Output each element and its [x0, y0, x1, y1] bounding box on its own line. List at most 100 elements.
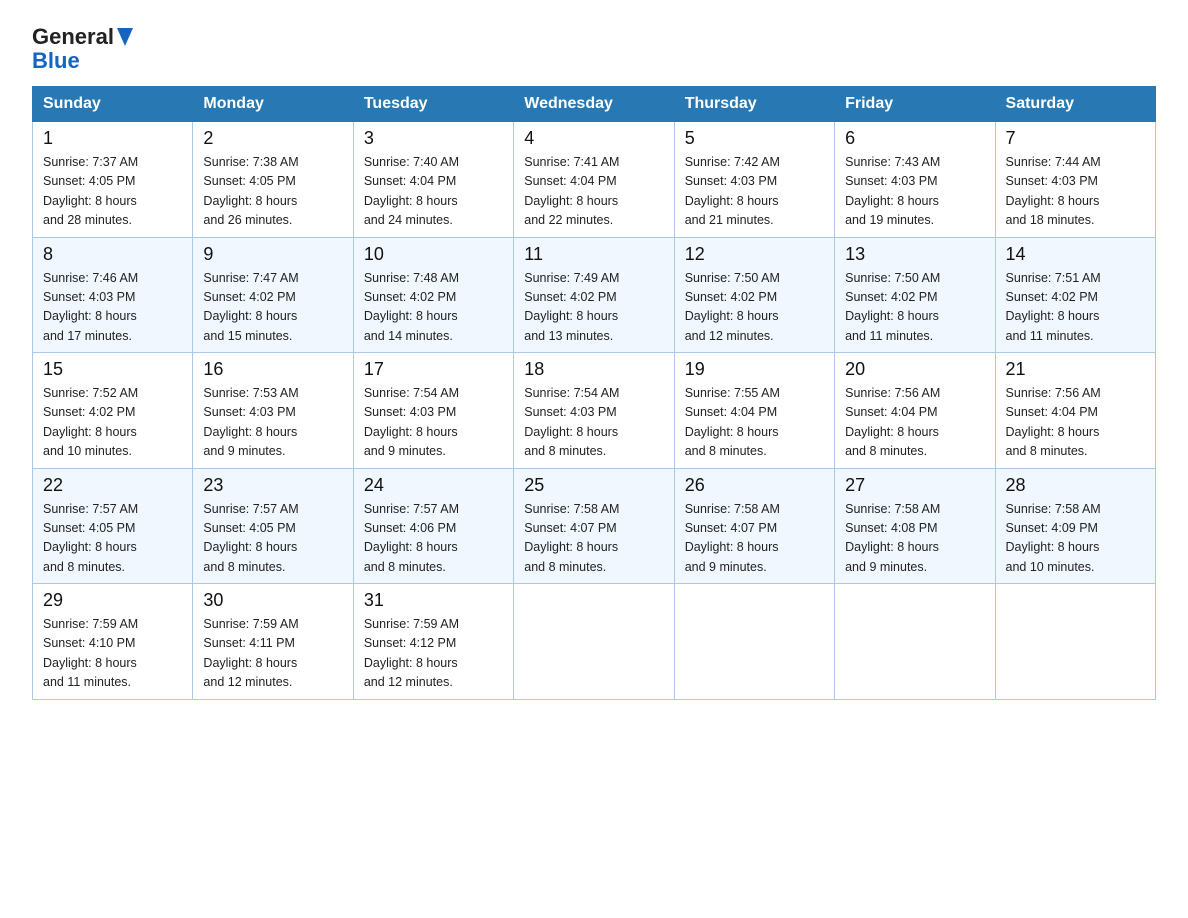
- day-info: Sunrise: 7:48 AMSunset: 4:02 PMDaylight:…: [364, 269, 503, 347]
- day-info: Sunrise: 7:59 AMSunset: 4:10 PMDaylight:…: [43, 615, 182, 693]
- day-info: Sunrise: 7:59 AMSunset: 4:11 PMDaylight:…: [203, 615, 342, 693]
- weekday-header-row: SundayMondayTuesdayWednesdayThursdayFrid…: [33, 87, 1156, 122]
- calendar-cell: 6 Sunrise: 7:43 AMSunset: 4:03 PMDaylight…: [835, 122, 995, 238]
- calendar-cell: 21Sunrise: 7:56 AMSunset: 4:04 PMDayligh…: [995, 353, 1155, 469]
- day-info: Sunrise: 7:57 AMSunset: 4:06 PMDaylight:…: [364, 500, 503, 578]
- day-number: 19: [685, 359, 824, 380]
- day-info: Sunrise: 7:56 AMSunset: 4:04 PMDaylight:…: [1006, 384, 1145, 462]
- day-number: 24: [364, 475, 503, 496]
- calendar-cell: 27Sunrise: 7:58 AMSunset: 4:08 PMDayligh…: [835, 468, 995, 584]
- day-number: 25: [524, 475, 663, 496]
- calendar-cell: 1Sunrise: 7:37 AMSunset: 4:05 PMDaylight…: [33, 122, 193, 238]
- day-number: 14: [1006, 244, 1145, 265]
- day-number: 2: [203, 128, 342, 149]
- calendar-cell: 11Sunrise: 7:49 AMSunset: 4:02 PMDayligh…: [514, 237, 674, 353]
- calendar-cell: 23 Sunrise: 7:57 AMSunset: 4:05 PMDayligh…: [193, 468, 353, 584]
- day-info: Sunrise: 7:42 AMSunset: 4:03 PMDaylight:…: [685, 153, 824, 231]
- day-info: Sunrise: 7:58 AMSunset: 4:07 PMDaylight:…: [524, 500, 663, 578]
- calendar-cell: 24 Sunrise: 7:57 AMSunset: 4:06 PMDayligh…: [353, 468, 513, 584]
- calendar-cell: 7 Sunrise: 7:44 AMSunset: 4:03 PMDaylight…: [995, 122, 1155, 238]
- calendar-cell: 10Sunrise: 7:48 AMSunset: 4:02 PMDayligh…: [353, 237, 513, 353]
- calendar-week-row: 22Sunrise: 7:57 AMSunset: 4:05 PMDayligh…: [33, 468, 1156, 584]
- calendar-cell: 25 Sunrise: 7:58 AMSunset: 4:07 PMDayligh…: [514, 468, 674, 584]
- day-number: 17: [364, 359, 503, 380]
- calendar-body: 1Sunrise: 7:37 AMSunset: 4:05 PMDaylight…: [33, 122, 1156, 700]
- calendar-cell: 30Sunrise: 7:59 AMSunset: 4:11 PMDayligh…: [193, 584, 353, 700]
- day-number: 23: [203, 475, 342, 496]
- day-number: 13: [845, 244, 984, 265]
- day-number: 12: [685, 244, 824, 265]
- day-number: 20: [845, 359, 984, 380]
- day-number: 8: [43, 244, 182, 265]
- day-number: 28: [1006, 475, 1145, 496]
- calendar-cell: 31 Sunrise: 7:59 AMSunset: 4:12 PMDayligh…: [353, 584, 513, 700]
- day-number: 6: [845, 128, 984, 149]
- calendar-week-row: 1Sunrise: 7:37 AMSunset: 4:05 PMDaylight…: [33, 122, 1156, 238]
- day-number: 26: [685, 475, 824, 496]
- day-info: Sunrise: 7:54 AMSunset: 4:03 PMDaylight:…: [364, 384, 503, 462]
- day-number: 9: [203, 244, 342, 265]
- day-info: Sunrise: 7:58 AMSunset: 4:07 PMDaylight:…: [685, 500, 824, 578]
- day-info: Sunrise: 7:57 AMSunset: 4:05 PMDaylight:…: [203, 500, 342, 578]
- logo: General Blue: [32, 24, 133, 74]
- day-info: Sunrise: 7:58 AMSunset: 4:09 PMDaylight:…: [1006, 500, 1145, 578]
- calendar-cell: 29Sunrise: 7:59 AMSunset: 4:10 PMDayligh…: [33, 584, 193, 700]
- calendar-cell: 9 Sunrise: 7:47 AMSunset: 4:02 PMDaylight…: [193, 237, 353, 353]
- weekday-header-thursday: Thursday: [674, 87, 834, 122]
- day-number: 4: [524, 128, 663, 149]
- calendar-cell: 2 Sunrise: 7:38 AMSunset: 4:05 PMDaylight…: [193, 122, 353, 238]
- calendar-cell: 26 Sunrise: 7:58 AMSunset: 4:07 PMDayligh…: [674, 468, 834, 584]
- day-info: Sunrise: 7:56 AMSunset: 4:04 PMDaylight:…: [845, 384, 984, 462]
- calendar-cell: 22Sunrise: 7:57 AMSunset: 4:05 PMDayligh…: [33, 468, 193, 584]
- calendar-week-row: 15Sunrise: 7:52 AMSunset: 4:02 PMDayligh…: [33, 353, 1156, 469]
- day-info: Sunrise: 7:57 AMSunset: 4:05 PMDaylight:…: [43, 500, 182, 578]
- calendar-cell: [835, 584, 995, 700]
- weekday-header-saturday: Saturday: [995, 87, 1155, 122]
- day-info: Sunrise: 7:43 AMSunset: 4:03 PMDaylight:…: [845, 153, 984, 231]
- weekday-header-friday: Friday: [835, 87, 995, 122]
- weekday-header-wednesday: Wednesday: [514, 87, 674, 122]
- day-info: Sunrise: 7:58 AMSunset: 4:08 PMDaylight:…: [845, 500, 984, 578]
- day-info: Sunrise: 7:54 AMSunset: 4:03 PMDaylight:…: [524, 384, 663, 462]
- day-info: Sunrise: 7:53 AMSunset: 4:03 PMDaylight:…: [203, 384, 342, 462]
- calendar-cell: 4 Sunrise: 7:41 AMSunset: 4:04 PMDaylight…: [514, 122, 674, 238]
- calendar-table: SundayMondayTuesdayWednesdayThursdayFrid…: [32, 86, 1156, 700]
- calendar-cell: 5 Sunrise: 7:42 AMSunset: 4:03 PMDaylight…: [674, 122, 834, 238]
- day-info: Sunrise: 7:46 AMSunset: 4:03 PMDaylight:…: [43, 269, 182, 347]
- day-number: 1: [43, 128, 182, 149]
- day-info: Sunrise: 7:38 AMSunset: 4:05 PMDaylight:…: [203, 153, 342, 231]
- day-number: 5: [685, 128, 824, 149]
- calendar-header: SundayMondayTuesdayWednesdayThursdayFrid…: [33, 87, 1156, 122]
- weekday-header-sunday: Sunday: [33, 87, 193, 122]
- day-number: 16: [203, 359, 342, 380]
- calendar-cell: 18 Sunrise: 7:54 AMSunset: 4:03 PMDayligh…: [514, 353, 674, 469]
- calendar-cell: 28 Sunrise: 7:58 AMSunset: 4:09 PMDayligh…: [995, 468, 1155, 584]
- weekday-header-tuesday: Tuesday: [353, 87, 513, 122]
- calendar-week-row: 8 Sunrise: 7:46 AMSunset: 4:03 PMDaylight…: [33, 237, 1156, 353]
- day-info: Sunrise: 7:52 AMSunset: 4:02 PMDaylight:…: [43, 384, 182, 462]
- day-number: 7: [1006, 128, 1145, 149]
- day-number: 31: [364, 590, 503, 611]
- day-number: 11: [524, 244, 663, 265]
- day-info: Sunrise: 7:50 AMSunset: 4:02 PMDaylight:…: [845, 269, 984, 347]
- calendar-cell: 20 Sunrise: 7:56 AMSunset: 4:04 PMDayligh…: [835, 353, 995, 469]
- day-number: 18: [524, 359, 663, 380]
- calendar-cell: 15Sunrise: 7:52 AMSunset: 4:02 PMDayligh…: [33, 353, 193, 469]
- calendar-cell: 17 Sunrise: 7:54 AMSunset: 4:03 PMDayligh…: [353, 353, 513, 469]
- day-info: Sunrise: 7:59 AMSunset: 4:12 PMDaylight:…: [364, 615, 503, 693]
- day-info: Sunrise: 7:40 AMSunset: 4:04 PMDaylight:…: [364, 153, 503, 231]
- calendar-cell: 13 Sunrise: 7:50 AMSunset: 4:02 PMDayligh…: [835, 237, 995, 353]
- day-info: Sunrise: 7:41 AMSunset: 4:04 PMDaylight:…: [524, 153, 663, 231]
- calendar-cell: 14Sunrise: 7:51 AMSunset: 4:02 PMDayligh…: [995, 237, 1155, 353]
- day-number: 3: [364, 128, 503, 149]
- calendar-cell: [674, 584, 834, 700]
- logo-arrow-icon: [117, 28, 133, 46]
- calendar-cell: [995, 584, 1155, 700]
- weekday-header-monday: Monday: [193, 87, 353, 122]
- day-info: Sunrise: 7:44 AMSunset: 4:03 PMDaylight:…: [1006, 153, 1145, 231]
- calendar-week-row: 29Sunrise: 7:59 AMSunset: 4:10 PMDayligh…: [33, 584, 1156, 700]
- calendar-cell: 19Sunrise: 7:55 AMSunset: 4:04 PMDayligh…: [674, 353, 834, 469]
- logo-general-text: General: [32, 24, 114, 50]
- day-info: Sunrise: 7:50 AMSunset: 4:02 PMDaylight:…: [685, 269, 824, 347]
- day-info: Sunrise: 7:47 AMSunset: 4:02 PMDaylight:…: [203, 269, 342, 347]
